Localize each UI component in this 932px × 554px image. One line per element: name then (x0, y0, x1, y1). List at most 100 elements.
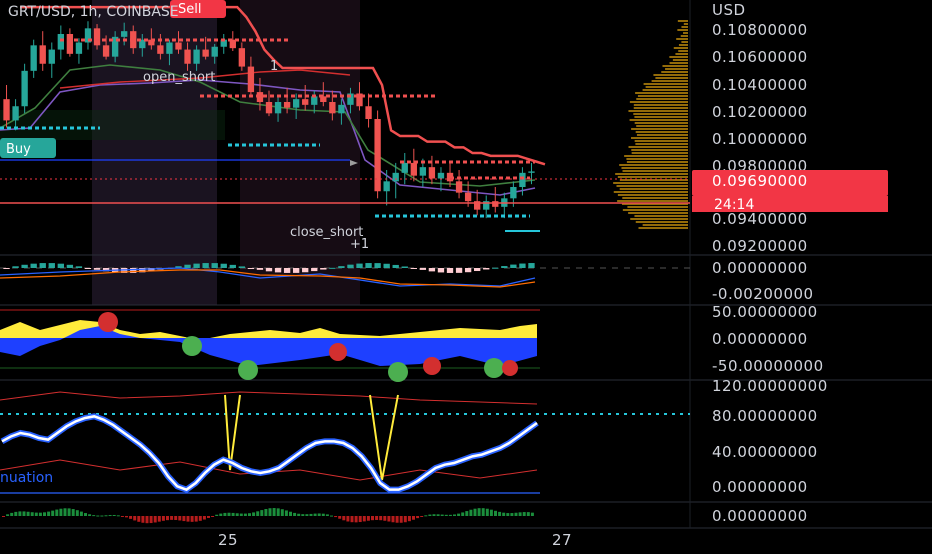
volume-oscillator-bar (112, 514, 116, 516)
volume-oscillator-bar (526, 512, 530, 516)
candle-down (410, 162, 417, 176)
candle-up (12, 106, 19, 121)
volume-oscillator-bar (473, 508, 477, 516)
volume-profile-bar (653, 74, 688, 76)
oscillator-dot (238, 360, 258, 380)
macd-bar (283, 268, 291, 273)
volume-profile-bar (617, 200, 688, 202)
volume-oscillator-bar (424, 515, 428, 517)
volume-oscillator-bar (395, 516, 399, 523)
volume-profile-bar (631, 152, 688, 154)
last-price-badge[interactable]: 0.09690000 24:14 (692, 170, 888, 213)
vol-tick-label: 0.00000000 (712, 507, 808, 525)
volume-oscillator-bar (243, 513, 247, 516)
volume-oscillator-bar (420, 516, 424, 517)
macd-bar (419, 268, 427, 270)
volume-profile-bar (642, 224, 688, 226)
volume-profile-bar (617, 194, 688, 196)
buy-badge[interactable]: Buy (0, 138, 56, 158)
macd-bar (320, 268, 327, 270)
volume-oscillator-bar (79, 511, 83, 516)
candle-down (39, 45, 46, 64)
volume-oscillator-bar (379, 516, 383, 521)
volume-profile-bar (677, 20, 688, 22)
oscillator-dot (98, 312, 118, 332)
volume-profile-bar (677, 29, 688, 31)
symbol-header[interactable]: GRT/USD, 1h, COINBASE (8, 4, 179, 20)
macd-bar (374, 263, 381, 268)
rsi-tick-label: 80.00000000 (712, 407, 818, 425)
volume-oscillator-bar (362, 516, 366, 522)
volume-oscillator-bar (34, 512, 38, 516)
price-axis[interactable]: USD 0.10800000 0.10600000 0.10400000 0.1… (692, 1, 888, 525)
volume-profile-bar (613, 191, 688, 193)
volume-oscillator-bar (59, 508, 63, 516)
volume-profile-bar (628, 146, 688, 148)
volume-profile-bar (621, 167, 688, 169)
volume-oscillator-bar (51, 510, 55, 516)
volume-oscillator-bar (6, 514, 10, 516)
volume-oscillator-bar (276, 508, 280, 516)
macd-bar (229, 264, 236, 268)
volume-oscillator-bar (129, 516, 133, 519)
macd-bar (3, 268, 10, 269)
y-tick-label: 0.10000000 (712, 130, 808, 148)
volume-oscillator-bar (252, 512, 256, 516)
volume-oscillator-bar (161, 516, 165, 521)
session-shade (92, 0, 217, 305)
candle-down (492, 201, 499, 207)
volume-oscillator-bar (485, 508, 489, 516)
x-tick-label: 27 (552, 531, 572, 549)
osc-tick-label: 50.00000000 (712, 303, 818, 321)
volume-profile-bar (676, 38, 688, 40)
volume-oscillator-bar (239, 513, 243, 516)
volume-profile-bar (622, 170, 688, 172)
volume-oscillator-bar (457, 513, 461, 516)
volume-oscillator-bar (10, 512, 14, 516)
volume-profile-bar (633, 107, 688, 109)
volume-oscillator-bar (325, 514, 329, 516)
candle-down (3, 99, 10, 121)
oscillator-dot (484, 358, 504, 378)
volume-profile-bar (619, 188, 688, 190)
volume-oscillator-bar (354, 516, 358, 523)
x-tick-label: 25 (218, 531, 238, 549)
candle-down (202, 49, 209, 57)
volume-profile-bar (617, 176, 688, 178)
volume-oscillator-bar (412, 516, 415, 520)
candle-down (365, 106, 372, 119)
candle-down (265, 102, 273, 114)
volume-oscillator-bar (530, 512, 534, 516)
volume-oscillator-bar (313, 513, 317, 516)
macd-bar (392, 264, 399, 268)
macd-bar (501, 266, 508, 268)
volume-oscillator-bar (416, 516, 420, 519)
macd-bar (383, 263, 390, 268)
volume-oscillator-bar (309, 513, 313, 516)
macd-bar (492, 267, 499, 269)
volume-profile-bar (636, 125, 688, 127)
volume-oscillator-bar (293, 512, 297, 516)
trading-chart[interactable]: Sell Buy open_short 1 close_short +1 GRT… (0, 0, 932, 550)
continuation-label: nuation (0, 470, 53, 486)
oscillator-dot (182, 336, 202, 356)
candle-up (193, 49, 200, 64)
volume-oscillator-bar (137, 516, 141, 522)
volume-oscillator-bar (289, 511, 292, 516)
chart-canvas[interactable]: Sell Buy open_short 1 close_short +1 GRT… (0, 0, 932, 550)
volume-profile-bar (629, 119, 688, 121)
volume-oscillator-bar (100, 515, 104, 517)
volume-oscillator-bar (219, 513, 223, 516)
candle-up (528, 171, 535, 173)
volume-profile-bar (662, 65, 688, 67)
volume-oscillator-bar (104, 515, 108, 517)
volume-oscillator-bar (489, 509, 493, 516)
candle-down (283, 102, 291, 108)
macd-bar (338, 266, 345, 268)
volume-profile-bar (675, 53, 688, 55)
macd-bar (265, 268, 273, 272)
candle-down (157, 45, 164, 54)
macd-bar (519, 263, 526, 268)
candle-down (374, 119, 381, 192)
volume-oscillator-bar (518, 512, 522, 516)
